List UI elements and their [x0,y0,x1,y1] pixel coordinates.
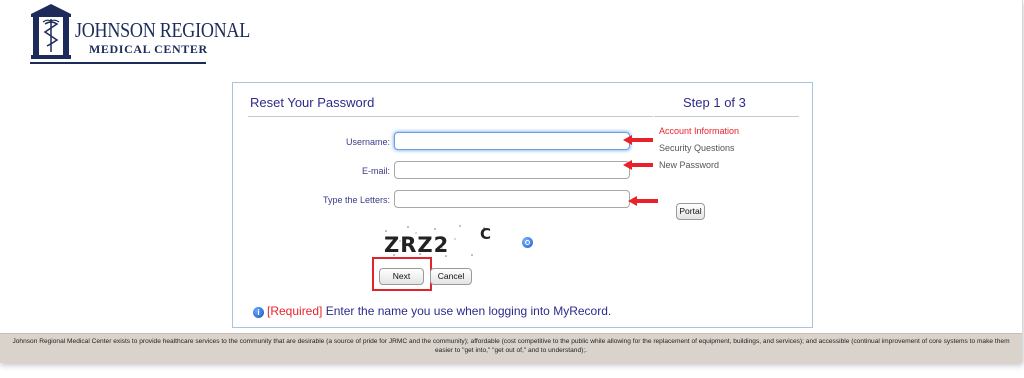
arrow-left-icon [623,135,653,145]
footer: Johnson Regional Medical Center exists t… [0,333,1022,363]
help-text: Enter the name you use when logging into… [322,304,612,318]
username-label: Username: [345,137,390,147]
username-input[interactable] [394,132,630,150]
email-label: E-mail: [361,166,390,176]
svg-text:ZRZ2: ZRZ2 [384,233,449,257]
step-divider [654,116,799,117]
step-account-information: Account Information [659,126,740,136]
step-security-questions: Security Questions [659,143,735,153]
captcha-image: ZRZ2 C [384,225,491,257]
help-message: i [Required] Enter the name you use when … [253,304,611,318]
svg-text:C: C [480,225,491,243]
hospital-logo-icon [31,4,71,59]
hospital-logo[interactable]: JOHNSON REGIONAL MEDICAL CENTER [28,2,250,64]
logo-rule [30,62,206,64]
reset-password-panel: Reset Your Password Step 1 of 3 Username… [232,82,813,328]
email-input[interactable] [394,161,630,179]
step-new-password: New Password [659,160,720,170]
logo-title: JOHNSON REGIONAL [75,18,250,42]
next-button[interactable]: Next [379,268,424,285]
arrow-left-icon [628,196,658,206]
portal-button[interactable]: Portal [676,203,705,220]
logo-subtitle: MEDICAL CENTER [89,42,208,56]
title-divider [248,116,653,117]
page-title: Reset Your Password [250,95,375,110]
refresh-icon[interactable] [522,237,533,248]
footer-mission-text: Johnson Regional Medical Center exists t… [12,338,1010,354]
captcha-input[interactable] [394,190,630,208]
info-icon: i [253,307,264,318]
required-tag: [Required] [267,304,323,318]
captcha-label: Type the Letters: [322,195,390,205]
cancel-button[interactable]: Cancel [430,268,472,285]
arrow-left-icon [623,160,653,170]
step-indicator: Step 1 of 3 [683,95,746,110]
